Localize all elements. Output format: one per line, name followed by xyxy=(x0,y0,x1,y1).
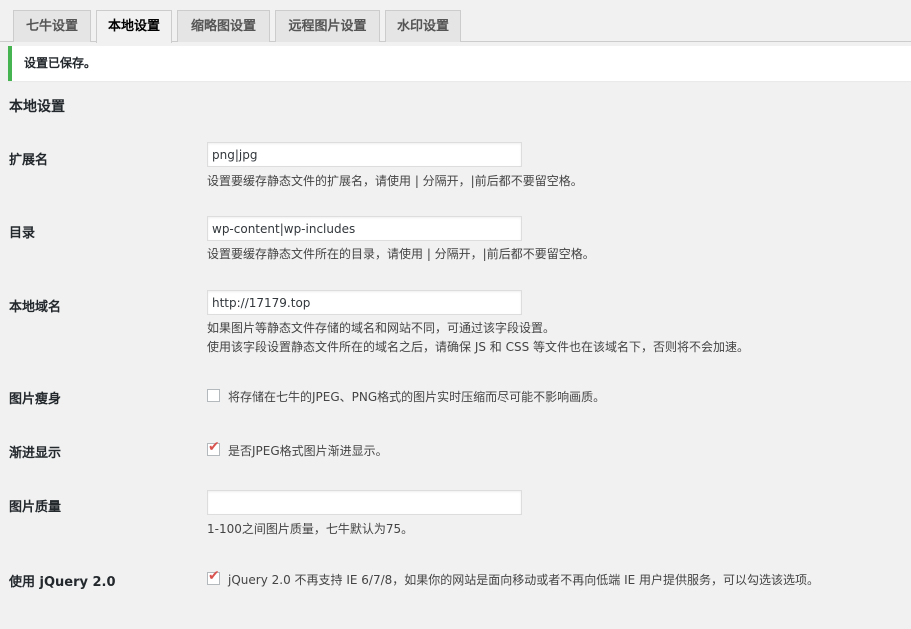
dir-input[interactable] xyxy=(207,216,522,241)
progressive-checkbox-text: 是否JPEG格式图片渐进显示。 xyxy=(228,444,388,458)
jquery-checkbox-text: jQuery 2.0 不再支持 IE 6/7/8，如果你的网站是面向移动或者不再… xyxy=(228,573,820,587)
ext-input[interactable] xyxy=(207,142,522,167)
check-mark-icon: ✔ xyxy=(208,439,220,455)
progressive-checkbox[interactable]: ✔ xyxy=(207,439,220,456)
tab-local-settings[interactable]: 本地设置 xyxy=(96,10,172,43)
progressive-label: 渐进显示 xyxy=(9,446,62,461)
dir-description: 设置要缓存静态文件所在的目录，请使用 | 分隔开，|前后都不要留空格。 xyxy=(207,247,595,261)
quality-label: 图片质量 xyxy=(9,500,62,515)
quality-description: 1-100之间图片质量，七牛默认为75。 xyxy=(207,522,414,536)
dir-label: 目录 xyxy=(9,226,36,241)
tab-watermark-settings[interactable]: 水印设置 xyxy=(385,10,461,42)
section-title: 本地设置 xyxy=(9,99,65,115)
tab-qiniu-settings[interactable]: 七牛设置 xyxy=(13,10,91,42)
domain-input[interactable] xyxy=(207,290,522,315)
slim-checkbox-text: 将存储在七牛的JPEG、PNG格式的图片实时压缩而尽可能不影响画质。 xyxy=(228,390,606,404)
quality-input[interactable] xyxy=(207,490,522,515)
tab-thumbnail-settings[interactable]: 缩略图设置 xyxy=(177,10,270,42)
domain-label: 本地域名 xyxy=(9,300,62,315)
tab-remote-image-settings[interactable]: 远程图片设置 xyxy=(275,10,380,42)
jquery-label: 使用 jQuery 2.0 xyxy=(9,575,116,590)
domain-description-2: 使用该字段设置静态文件所在的域名之后，请确保 JS 和 CSS 等文件也在该域名… xyxy=(207,340,750,354)
domain-description-1: 如果图片等静态文件存储的域名和网站不同，可通过该字段设置。 xyxy=(207,321,556,335)
settings-saved-notice: 设置已保存。 xyxy=(8,46,911,81)
slim-label: 图片瘦身 xyxy=(9,392,62,407)
slim-checkbox[interactable] xyxy=(207,389,220,402)
jquery-checkbox[interactable]: ✔ xyxy=(207,568,220,585)
ext-label: 扩展名 xyxy=(9,153,49,168)
check-mark-icon: ✔ xyxy=(208,568,220,584)
ext-description: 设置要缓存静态文件的扩展名，请使用 | 分隔开，|前后都不要留空格。 xyxy=(207,174,583,188)
settings-tab-bar: 七牛设置 本地设置 缩略图设置 远程图片设置 水印设置 xyxy=(0,0,911,43)
